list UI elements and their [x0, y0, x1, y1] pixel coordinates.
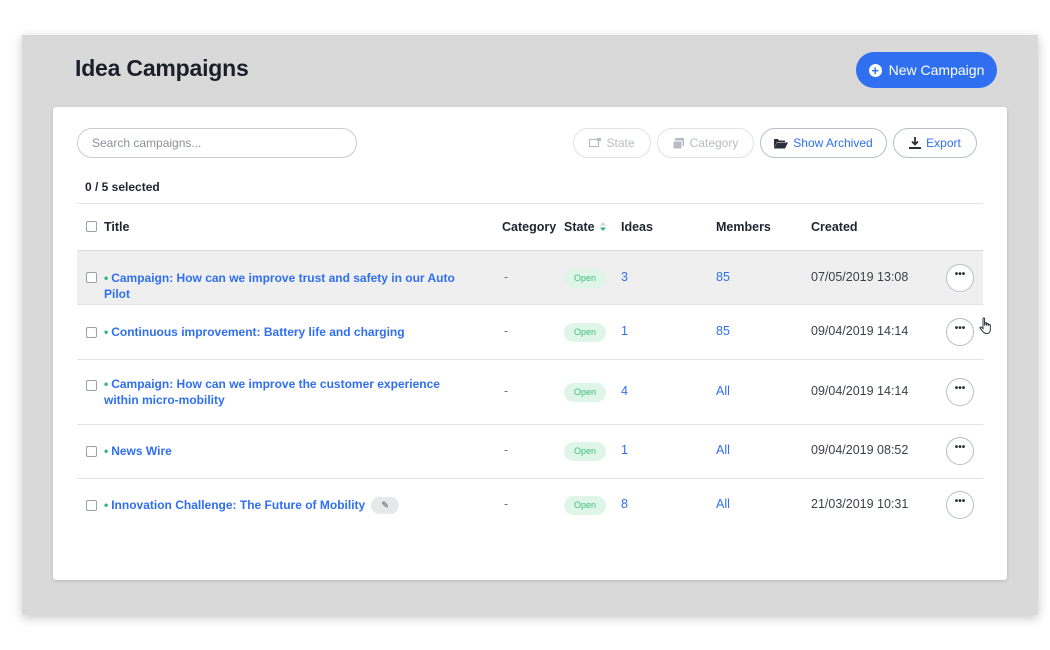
- members-link[interactable]: All: [716, 384, 730, 398]
- ideas-count-link[interactable]: 4: [621, 384, 628, 398]
- campaign-title-link[interactable]: • News Wire: [104, 443, 474, 459]
- download-icon: [909, 137, 922, 149]
- column-header-state-label: State: [564, 220, 595, 234]
- state-icon: [589, 138, 602, 148]
- selected-count: 0 / 5 selected: [85, 180, 160, 194]
- status-dot: •: [104, 444, 109, 458]
- select-all-checkbox[interactable]: [86, 221, 97, 232]
- status-badge: Open: [564, 442, 606, 461]
- category-value: -: [504, 497, 509, 511]
- members-link[interactable]: 85: [716, 324, 730, 338]
- folder-open-icon: [774, 138, 789, 148]
- category-filter-label: Category: [689, 136, 739, 150]
- table-row[interactable]: • Innovation Challenge: The Future of Mob…: [77, 479, 983, 533]
- column-header-ideas[interactable]: Ideas: [621, 220, 653, 234]
- created-date: 09/04/2019 14:14: [811, 384, 909, 398]
- table-row[interactable]: • Campaign: How can we improve trust and …: [77, 251, 983, 304]
- campaign-title-text: Campaign: How can we improve trust and s…: [104, 271, 455, 301]
- campaign-title-link[interactable]: • Continuous improvement: Battery life an…: [104, 324, 474, 340]
- column-header-title[interactable]: Title: [104, 220, 129, 234]
- hand-pointer-icon: [979, 317, 991, 334]
- more-dots-icon: •••: [954, 383, 966, 394]
- row-checkbox[interactable]: [86, 500, 97, 511]
- status-badge: Open: [564, 269, 606, 288]
- ideas-count-link[interactable]: 3: [621, 270, 628, 284]
- column-header-category[interactable]: Category: [502, 220, 556, 234]
- export-button[interactable]: Export: [893, 128, 977, 158]
- campaign-title-text: News Wire: [111, 444, 172, 458]
- category-filter-button[interactable]: Category: [657, 128, 754, 158]
- status-dot: •: [104, 325, 109, 339]
- show-archived-button[interactable]: Show Archived: [760, 128, 887, 158]
- sort-icon: [600, 222, 607, 231]
- row-checkbox[interactable]: [86, 380, 97, 391]
- show-archived-label: Show Archived: [793, 136, 873, 150]
- ideas-count-link[interactable]: 1: [621, 443, 628, 457]
- row-checkbox[interactable]: [86, 446, 97, 457]
- column-header-members[interactable]: Members: [716, 220, 771, 234]
- page-title: Idea Campaigns: [75, 55, 249, 81]
- row-actions-button[interactable]: •••: [946, 318, 974, 346]
- status-dot: •: [104, 498, 109, 512]
- new-campaign-button[interactable]: + New Campaign: [856, 52, 997, 88]
- pin-icon[interactable]: ✎: [371, 497, 400, 515]
- ideas-count-link[interactable]: 1: [621, 324, 628, 338]
- plus-circle-icon: +: [868, 63, 882, 77]
- category-value: -: [504, 384, 509, 398]
- status-dot: •: [104, 271, 109, 285]
- campaign-title-link[interactable]: • Campaign: How can we improve the custom…: [104, 376, 474, 408]
- table-row[interactable]: • Campaign: How can we improve the custom…: [77, 360, 983, 424]
- category-value: -: [504, 443, 509, 457]
- table-row[interactable]: • News Wire - Open 1 All 09/04/2019 08:52…: [77, 425, 983, 478]
- more-dots-icon: •••: [954, 496, 966, 507]
- row-actions-button[interactable]: •••: [946, 491, 974, 519]
- more-dots-icon: •••: [954, 269, 966, 280]
- created-date: 09/04/2019 14:14: [811, 324, 909, 338]
- state-filter-label: State: [606, 136, 635, 150]
- status-badge: Open: [564, 496, 606, 515]
- created-date: 09/04/2019 08:52: [811, 443, 909, 457]
- app-frame: Idea Campaigns + New Campaign State Cate…: [22, 35, 1038, 615]
- row-actions-button[interactable]: •••: [946, 264, 974, 292]
- campaign-title-text: Continuous improvement: Battery life and…: [111, 325, 405, 339]
- row-checkbox[interactable]: [86, 327, 97, 338]
- members-link[interactable]: 85: [716, 270, 730, 284]
- campaign-title-text: Innovation Challenge: The Future of Mobi…: [111, 498, 366, 512]
- state-filter-button[interactable]: State: [573, 128, 651, 158]
- status-badge: Open: [564, 383, 606, 402]
- category-value: -: [504, 324, 509, 338]
- members-link[interactable]: All: [716, 497, 730, 511]
- members-link[interactable]: All: [716, 443, 730, 457]
- campaigns-card: State Category Show Archived Export 0 / …: [53, 107, 1007, 580]
- status-badge: Open: [564, 323, 606, 342]
- campaign-title-text: Campaign: How can we improve the custome…: [104, 377, 440, 407]
- created-date: 07/05/2019 13:08: [811, 270, 909, 284]
- status-dot: •: [104, 377, 109, 391]
- row-checkbox[interactable]: [86, 272, 97, 283]
- column-header-created[interactable]: Created: [811, 220, 858, 234]
- more-dots-icon: •••: [954, 323, 966, 334]
- new-campaign-label: New Campaign: [888, 62, 985, 78]
- campaign-title-link[interactable]: • Innovation Challenge: The Future of Mob…: [104, 497, 504, 515]
- divider: [77, 203, 983, 204]
- column-header-state[interactable]: State: [564, 220, 607, 234]
- campaign-title-link[interactable]: • Campaign: How can we improve trust and …: [104, 270, 474, 302]
- category-value: -: [504, 270, 509, 284]
- row-actions-button[interactable]: •••: [946, 378, 974, 406]
- export-label: Export: [926, 136, 961, 150]
- category-icon: [672, 137, 684, 149]
- table-row[interactable]: • Continuous improvement: Battery life an…: [77, 305, 983, 359]
- created-date: 21/03/2019 10:31: [811, 497, 909, 511]
- row-actions-button[interactable]: •••: [946, 437, 974, 465]
- more-dots-icon: •••: [954, 442, 966, 453]
- search-input[interactable]: [77, 128, 357, 158]
- ideas-count-link[interactable]: 8: [621, 497, 628, 511]
